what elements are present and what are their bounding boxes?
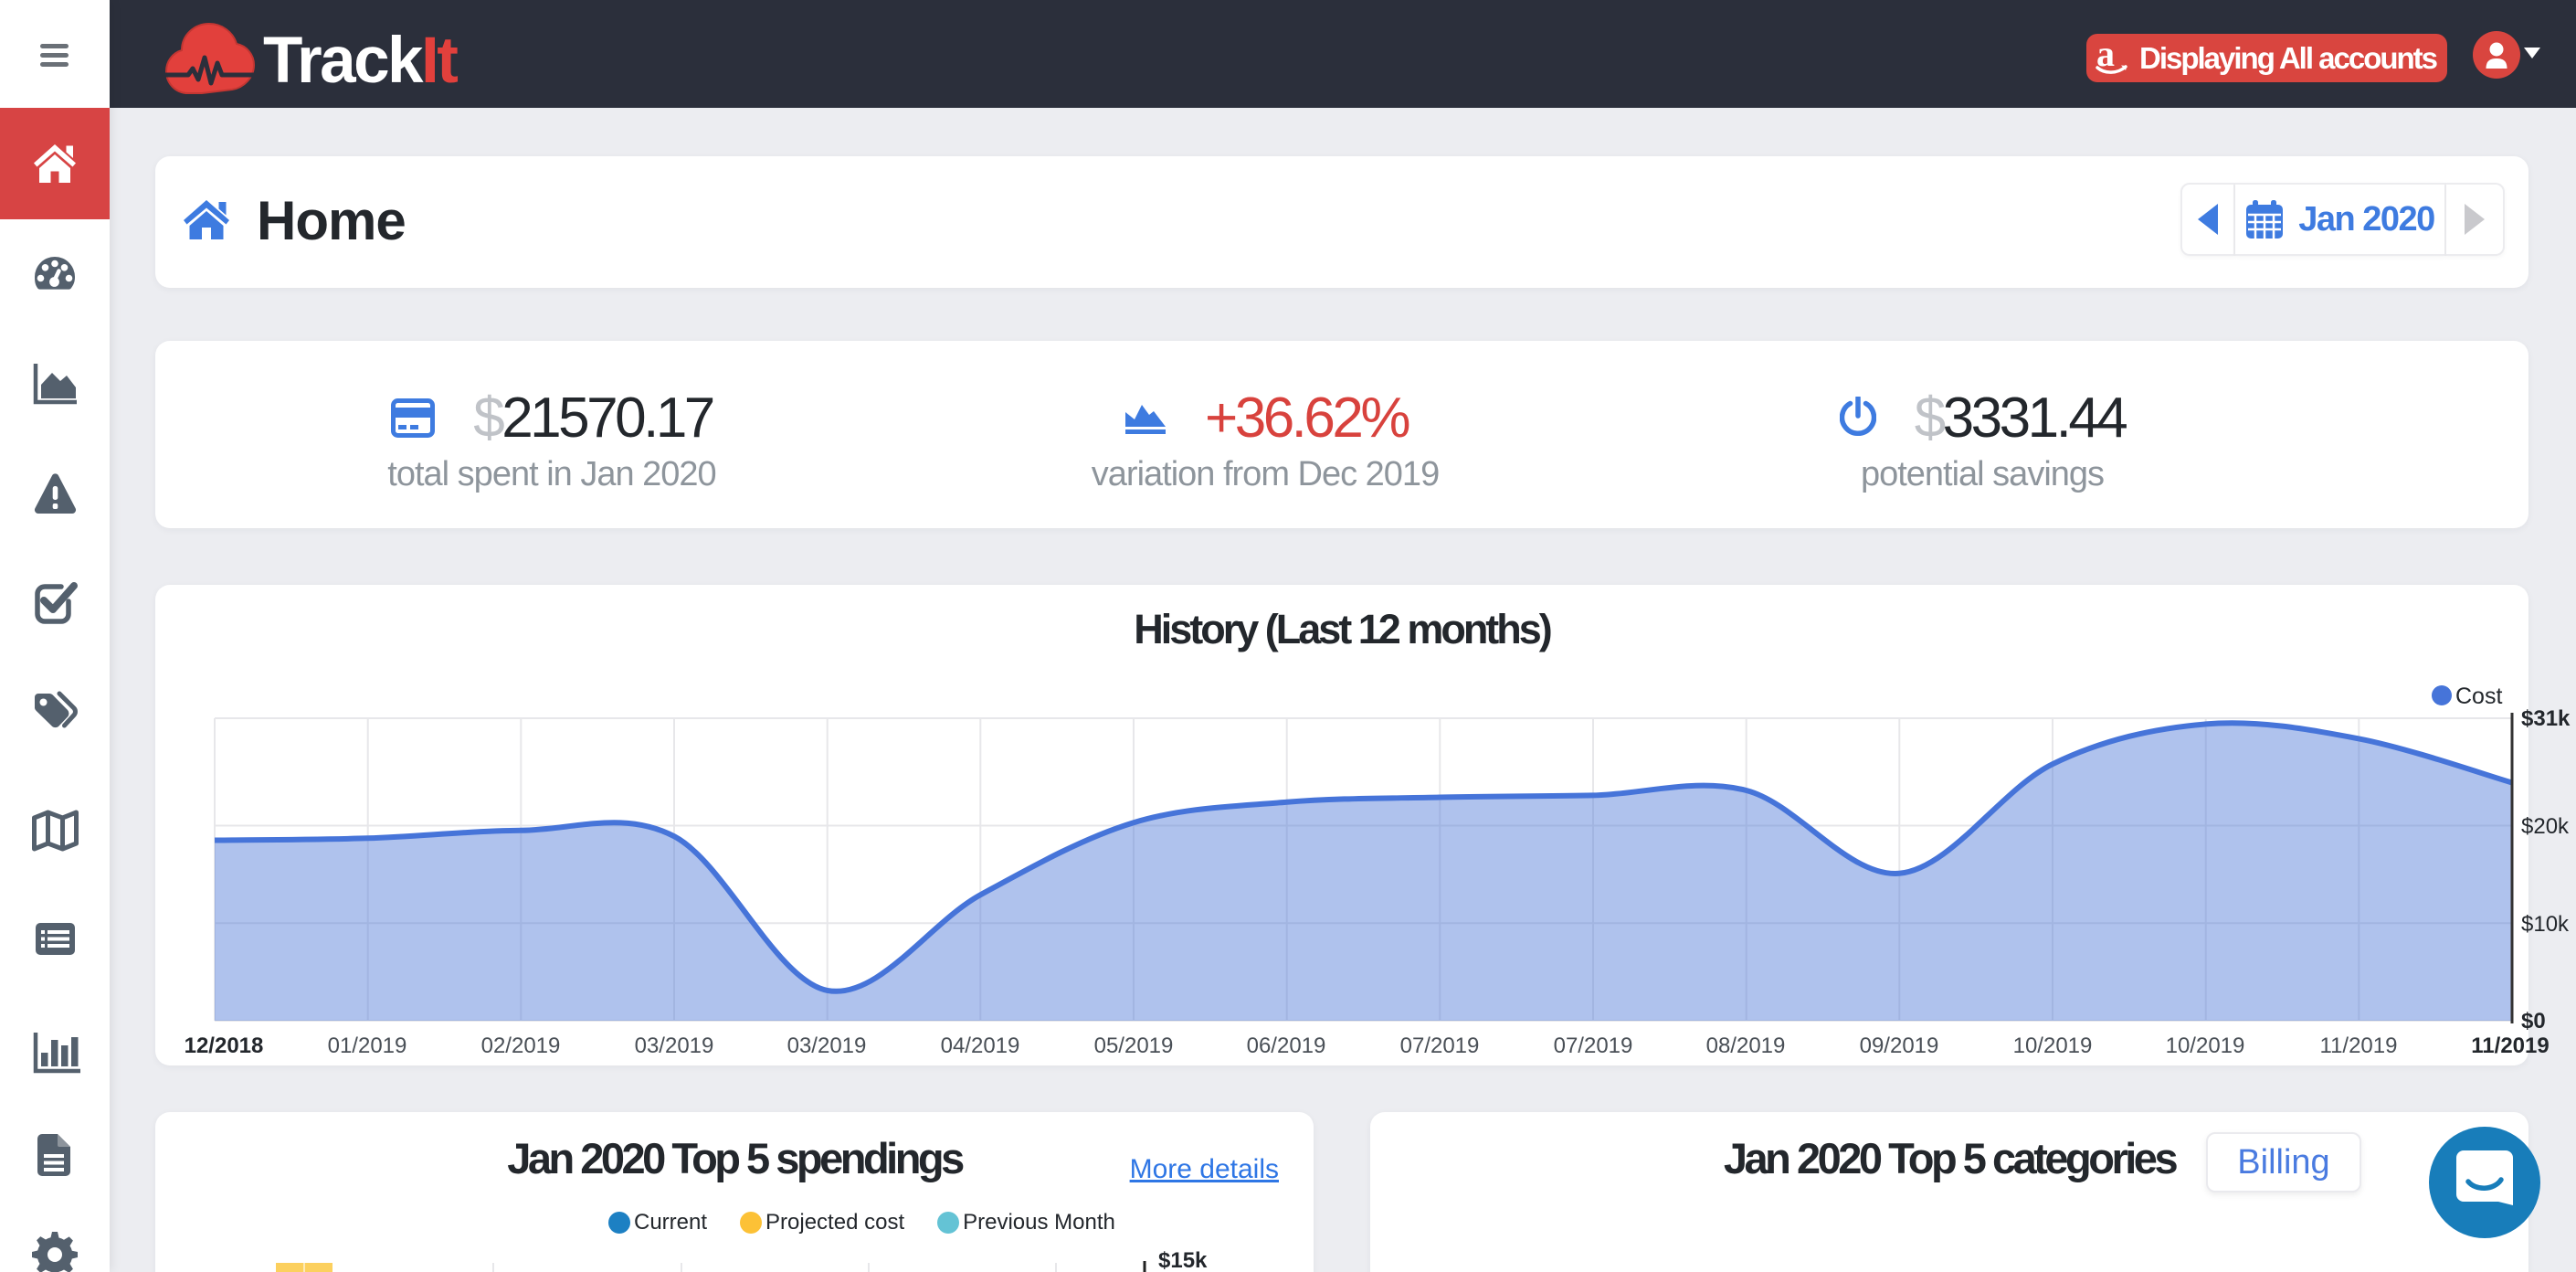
svg-text:$31k: $31k xyxy=(2521,706,2571,731)
svg-text:03/2019: 03/2019 xyxy=(635,1034,714,1058)
svg-text:09/2019: 09/2019 xyxy=(1860,1034,1939,1058)
svg-text:$15k: $15k xyxy=(1158,1248,1208,1272)
svg-text:04/2019: 04/2019 xyxy=(941,1034,1020,1058)
svg-text:03/2019: 03/2019 xyxy=(787,1034,867,1058)
svg-text:Cost: Cost xyxy=(2455,684,2502,709)
svg-text:10/2019: 10/2019 xyxy=(2013,1034,2093,1058)
svg-text:$20k: $20k xyxy=(2521,814,2570,839)
svg-text:05/2019: 05/2019 xyxy=(1094,1034,1174,1058)
svg-text:$0: $0 xyxy=(2521,1009,2546,1034)
svg-text:01/2019: 01/2019 xyxy=(328,1034,407,1058)
svg-text:06/2019: 06/2019 xyxy=(1247,1034,1326,1058)
svg-text:10/2019: 10/2019 xyxy=(2166,1034,2245,1058)
svg-text:07/2019: 07/2019 xyxy=(1554,1034,1633,1058)
svg-text:07/2019: 07/2019 xyxy=(1400,1034,1480,1058)
svg-text:12/2018: 12/2018 xyxy=(185,1034,264,1058)
svg-text:$10k: $10k xyxy=(2521,912,2570,937)
svg-text:11/2019: 11/2019 xyxy=(2471,1034,2549,1058)
svg-text:02/2019: 02/2019 xyxy=(481,1034,561,1058)
svg-text:11/2019: 11/2019 xyxy=(2320,1034,2398,1058)
svg-text:08/2019: 08/2019 xyxy=(1706,1034,1786,1058)
